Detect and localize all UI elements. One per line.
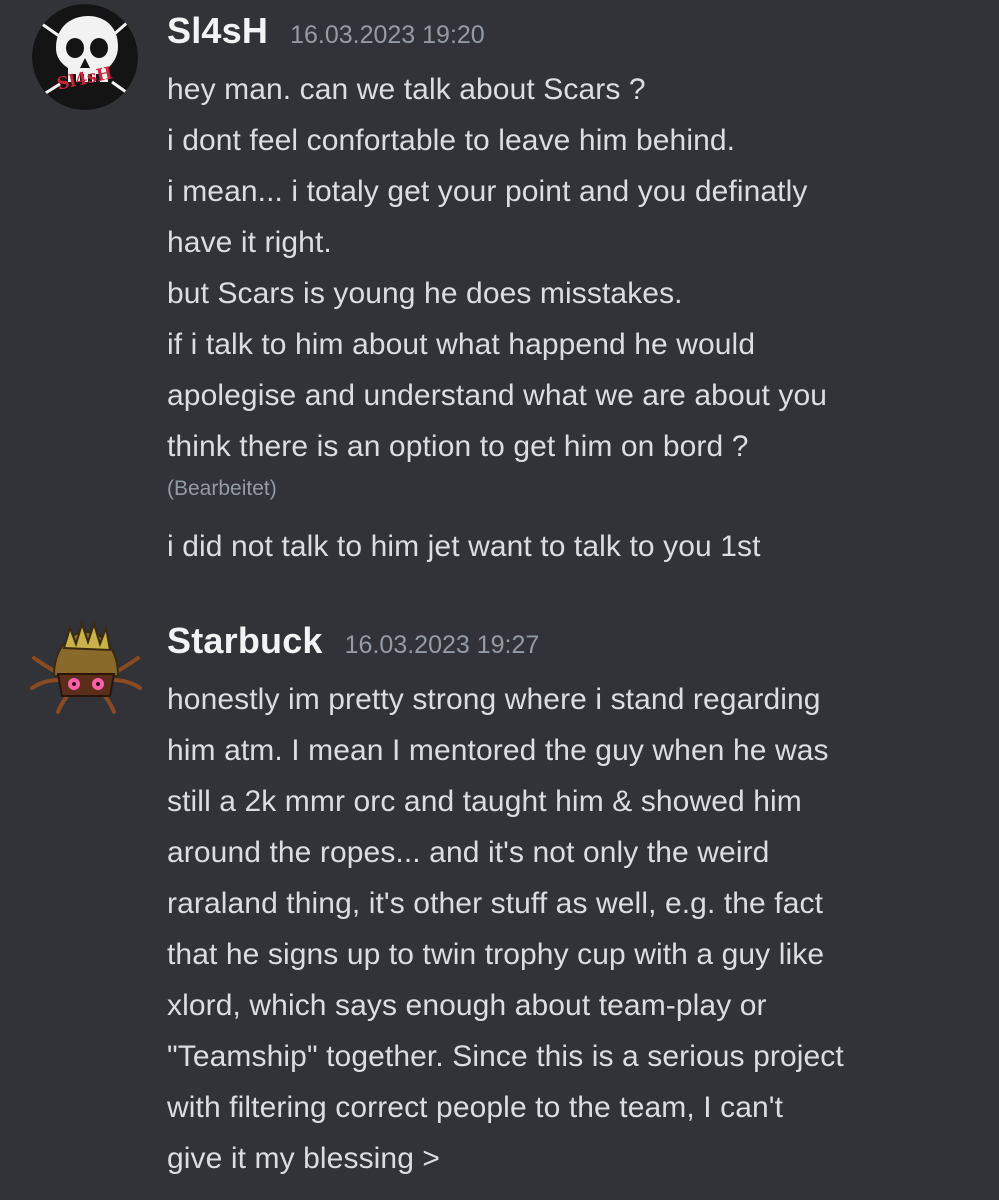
message-line: if i talk to him about what happend he w… xyxy=(167,328,756,361)
message-line: honestly im pretty strong where i stand … xyxy=(167,683,821,716)
message-line: give it my blessing > xyxy=(167,1142,441,1175)
chat-message-list: Sl4sH Sl4sH 16.03.2023 19:20 hey man. ca… xyxy=(0,0,999,1200)
message-line: i did not talk to him jet want to talk t… xyxy=(167,530,761,563)
skull-avatar-icon: Sl4sH xyxy=(32,4,138,110)
message-line: have it right. xyxy=(167,226,332,259)
message-line: "Teamship" together. Since this is a ser… xyxy=(167,1040,844,1073)
message-timestamp: 16.03.2023 19:27 xyxy=(344,631,540,659)
username[interactable]: Starbuck xyxy=(167,620,323,662)
message-header: Sl4sH 16.03.2023 19:20 xyxy=(167,10,485,56)
message-line: but Scars is young he does misstakes. xyxy=(167,277,683,310)
edited-label: (Bearbeitet) xyxy=(167,477,277,500)
message-line: still a 2k mmr orc and taught him & show… xyxy=(167,785,802,818)
message-line: i mean... i totaly get your point and yo… xyxy=(167,175,808,208)
message-line: raraland thing, it's other stuff as well… xyxy=(167,887,824,920)
user-avatar[interactable]: Sl4sH xyxy=(32,4,138,110)
message-body: hey man. can we talk about Scars ? i don… xyxy=(167,64,967,572)
message-timestamp: 16.03.2023 19:20 xyxy=(290,21,485,49)
message-line: that he signs up to twin trophy cup with… xyxy=(167,938,825,971)
username[interactable]: Sl4sH xyxy=(167,10,268,52)
message-body: honestly im pretty strong where i stand … xyxy=(167,674,967,1184)
user-avatar[interactable] xyxy=(30,618,142,714)
message-line: around the ropes... and it's not only th… xyxy=(167,836,770,869)
kabuto-creature-avatar-icon xyxy=(30,620,142,714)
message-header: Starbuck 16.03.2023 19:27 xyxy=(167,620,539,666)
message-line: xlord, which says enough about team-play… xyxy=(167,989,767,1022)
message-line: i dont feel confortable to leave him beh… xyxy=(167,124,736,157)
message-line: think there is an option to get him on b… xyxy=(167,430,749,463)
message-line: him atm. I mean I mentored the guy when … xyxy=(167,734,829,767)
message-line: apolegise and understand what we are abo… xyxy=(167,379,828,412)
message-line: with filtering correct people to the tea… xyxy=(167,1091,784,1124)
message-line: hey man. can we talk about Scars ? xyxy=(167,73,646,106)
